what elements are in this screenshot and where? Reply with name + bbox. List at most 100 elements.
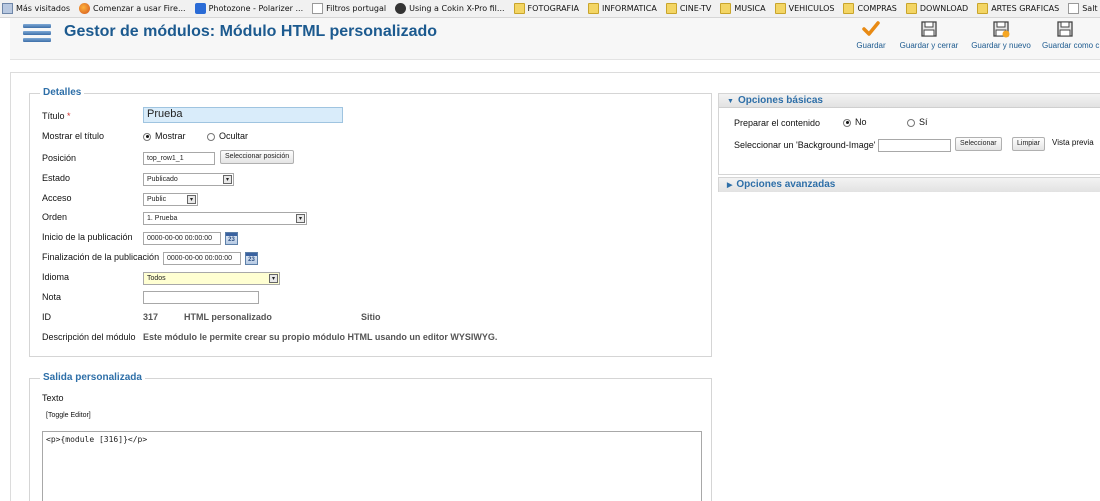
title-input[interactable]: Prueba xyxy=(143,107,343,123)
calendar-icon[interactable]: 23 xyxy=(225,232,238,245)
folder-icon xyxy=(905,3,917,14)
note-input[interactable] xyxy=(143,291,259,304)
publish-end-label: Finalización de la publicación xyxy=(42,252,160,262)
bookmark-label: Using a Cokin X-Pro fil... xyxy=(409,4,505,13)
triangle-down-icon: ▼ xyxy=(727,98,734,105)
bookmark-item[interactable]: Comenzar a usar Fire... xyxy=(79,3,186,14)
save-label: Guardar xyxy=(856,41,886,50)
access-select[interactable]: Public ▾ xyxy=(143,193,198,206)
basic-options-header[interactable]: ▼ Opciones básicas xyxy=(719,94,1100,108)
floppy-plus-icon xyxy=(993,21,1010,38)
save-button[interactable]: Guardar xyxy=(850,20,892,50)
description-value: Este módulo le permite crear su propio m… xyxy=(143,332,498,342)
clear-image-button[interactable]: Limpiar xyxy=(1012,137,1045,151)
bookmark-item[interactable]: Salt & Pepper Joomla ... xyxy=(1068,3,1100,14)
calendar-icon[interactable]: 23 xyxy=(245,252,258,265)
title-label: Título * xyxy=(42,111,71,121)
bookmark-item[interactable]: Filtros portugal xyxy=(312,3,386,14)
bookmark-item[interactable]: VEHICULOS xyxy=(774,3,835,14)
basic-options-panel: ▼ Opciones básicas Preparar el contenido … xyxy=(718,93,1100,175)
bookmark-label: CINE-TV xyxy=(679,4,712,13)
advanced-options-panel: ▶ Opciones avanzadas xyxy=(718,177,1100,192)
bookmark-item[interactable]: Más visitados xyxy=(2,3,70,14)
prepare-yes-radio[interactable]: Sí xyxy=(907,117,928,127)
bookmark-item[interactable]: FOTOGRAFIA xyxy=(513,3,579,14)
bookmark-item[interactable]: Photozone - Polarizer ... xyxy=(194,3,304,14)
bookmark-label: Salt & Pepper Joomla ... xyxy=(1082,4,1100,13)
folder-icon xyxy=(977,3,989,14)
radio-show[interactable] xyxy=(143,132,151,141)
bookmark-icon xyxy=(395,3,407,14)
folder-icon xyxy=(513,3,525,14)
select-position-button[interactable]: Seleccionar posición xyxy=(220,150,295,164)
checkmark-icon xyxy=(862,21,880,36)
publish-start-input[interactable]: 0000-00-00 00:00:00 xyxy=(143,232,221,245)
save-new-button[interactable]: Guardar y nuevo xyxy=(968,20,1034,50)
prepare-no-radio[interactable]: No xyxy=(843,117,867,127)
language-label: Idioma xyxy=(42,272,70,282)
bookmark-label: Más visitados xyxy=(16,4,71,13)
advanced-options-header[interactable]: ▶ Opciones avanzadas xyxy=(719,178,1100,192)
bookmark-icon xyxy=(1068,3,1080,14)
select-image-button[interactable]: Seleccionar xyxy=(955,137,1002,151)
bookmark-item[interactable]: MUSICA xyxy=(720,3,766,14)
preview-label: Vista previa xyxy=(1052,138,1094,147)
state-label: Estado xyxy=(42,173,71,183)
toolbar: Gestor de módulos: Módulo HTML personali… xyxy=(10,18,1100,60)
language-select[interactable]: Todos ▾ xyxy=(143,272,280,285)
bookmark-label: FOTOGRAFIA xyxy=(527,4,579,13)
background-image-input[interactable] xyxy=(878,139,951,152)
state-select[interactable]: Publicado ▾ xyxy=(143,173,234,186)
id-value: 317 xyxy=(143,312,159,322)
publish-end-input[interactable]: 0000-00-00 00:00:00 xyxy=(163,252,241,265)
bookmark-item[interactable]: ARTES GRAFICAS xyxy=(977,3,1059,14)
save-close-button[interactable]: Guardar y cerrar xyxy=(896,20,962,50)
bookmark-icon xyxy=(194,3,206,14)
details-legend: Detalles xyxy=(40,87,85,98)
position-input[interactable]: top_row1_1 xyxy=(143,152,215,165)
show-title-radio[interactable]: Mostrar xyxy=(143,131,186,141)
bookmark-icon xyxy=(312,3,324,14)
save-close-label: Guardar y cerrar xyxy=(899,41,959,50)
radio-yes[interactable] xyxy=(907,118,915,127)
order-label: Orden xyxy=(42,212,68,222)
bookmark-label: Photozone - Polarizer ... xyxy=(208,4,304,13)
bookmark-label: DOWNLOAD xyxy=(919,4,969,13)
client-value: Sitio xyxy=(361,312,381,322)
bookmark-label: Comenzar a usar Fire... xyxy=(93,4,186,13)
bookmark-label: ARTES GRAFICAS xyxy=(991,4,1060,13)
module-type: HTML personalizado xyxy=(184,312,272,322)
save-new-label: Guardar y nuevo xyxy=(971,41,1031,50)
dropdown-arrow-icon: ▾ xyxy=(296,214,305,223)
save-copy-button[interactable]: Guardar como c xyxy=(1042,20,1100,50)
floppy-copy-icon xyxy=(1057,21,1073,37)
custom-output-fieldset: Salida personalizada Texto [Toggle Edito… xyxy=(29,372,712,501)
save-copy-label: Guardar como c xyxy=(1042,41,1100,50)
bookmark-item[interactable]: INFORMATICA xyxy=(587,3,657,14)
bookmark-item[interactable]: CINE-TV xyxy=(665,3,712,14)
hide-title-radio[interactable]: Ocultar xyxy=(207,131,248,141)
order-select[interactable]: 1. Prueba ▾ xyxy=(143,212,307,225)
bookmark-item[interactable]: COMPRAS xyxy=(843,3,897,14)
toggle-editor-link[interactable]: [Toggle Editor] xyxy=(46,412,91,419)
bookmark-label: Filtros portugal xyxy=(326,4,387,13)
bookmark-item[interactable]: Using a Cokin X-Pro fil... xyxy=(395,3,505,14)
radio-no[interactable] xyxy=(843,118,851,127)
module-manager-icon xyxy=(23,24,51,46)
dropdown-arrow-icon: ▾ xyxy=(223,175,232,184)
page-title: Gestor de módulos: Módulo HTML personali… xyxy=(64,23,438,40)
bookmark-item[interactable]: DOWNLOAD xyxy=(905,3,969,14)
show-title-label: Mostrar el título xyxy=(42,131,105,141)
folder-icon xyxy=(720,3,732,14)
background-image-label: Seleccionar un 'Background-Image' xyxy=(734,140,876,150)
bookmark-label: INFORMATICA xyxy=(601,4,657,13)
radio-hide[interactable] xyxy=(207,132,215,141)
folder-icon xyxy=(843,3,855,14)
content-editor-textarea[interactable]: <p>{module [316]}</p> xyxy=(42,431,702,501)
bookmark-icon xyxy=(79,3,91,14)
description-label: Descripción del módulo xyxy=(42,332,136,342)
prepare-content-label: Preparar el contenido xyxy=(734,118,821,128)
details-fieldset: Detalles Título * Prueba Mostrar el títu… xyxy=(29,87,712,357)
note-label: Nota xyxy=(42,292,62,302)
bookmark-label: VEHICULOS xyxy=(788,4,835,13)
